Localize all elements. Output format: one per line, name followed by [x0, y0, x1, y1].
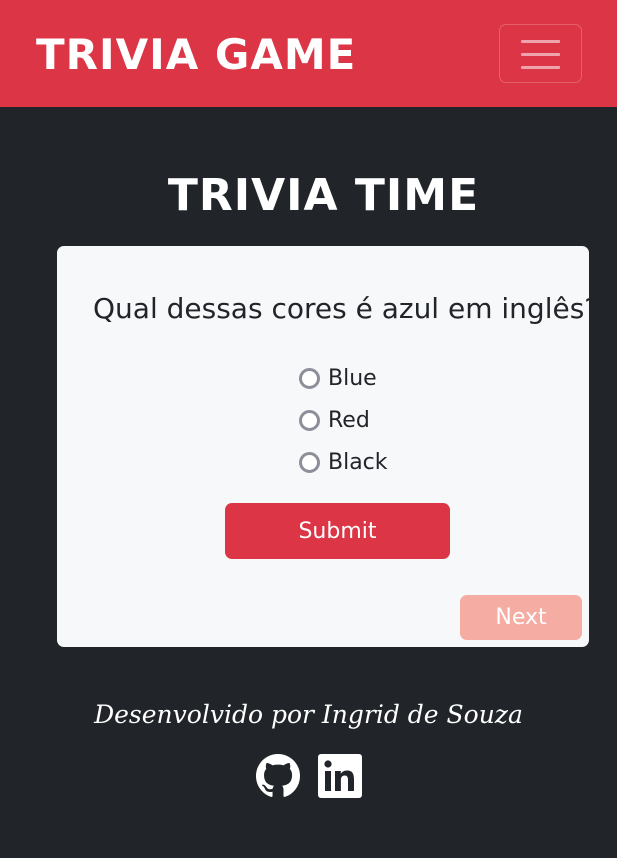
- hamburger-icon-line: [521, 66, 560, 69]
- brand-title[interactable]: TRIVIA GAME: [36, 26, 356, 84]
- github-icon: [256, 754, 300, 797]
- question-card: Qual dessas cores é azul em inglês? Blue…: [57, 246, 599, 647]
- hamburger-icon: [521, 40, 560, 43]
- radio-button[interactable]: [299, 409, 320, 431]
- page-title: TRIVIA TIME: [167, 170, 480, 221]
- option-blue[interactable]: Blue: [299, 357, 388, 399]
- option-label: Black: [328, 449, 388, 475]
- answer-options: Blue Red Black: [299, 357, 388, 483]
- option-label: Blue: [328, 365, 377, 391]
- linkedin-icon: [318, 754, 362, 798]
- linkedin-link[interactable]: [318, 754, 362, 798]
- option-black[interactable]: Black: [299, 441, 388, 483]
- radio-button[interactable]: [299, 367, 320, 389]
- submit-button[interactable]: Submit: [225, 503, 450, 559]
- option-red[interactable]: Red: [299, 399, 388, 441]
- hamburger-icon-line: [521, 53, 560, 56]
- option-label: Red: [328, 407, 370, 433]
- question-text: Qual dessas cores é azul em inglês?: [93, 292, 600, 325]
- github-link[interactable]: [256, 754, 300, 798]
- radio-button[interactable]: [299, 451, 320, 473]
- next-button[interactable]: Next: [460, 595, 582, 640]
- navbar: TRIVIA GAME: [0, 0, 617, 107]
- menu-toggle-button[interactable]: [499, 24, 582, 83]
- footer-credit: Desenvolvido por Ingrid de Souza: [94, 700, 523, 729]
